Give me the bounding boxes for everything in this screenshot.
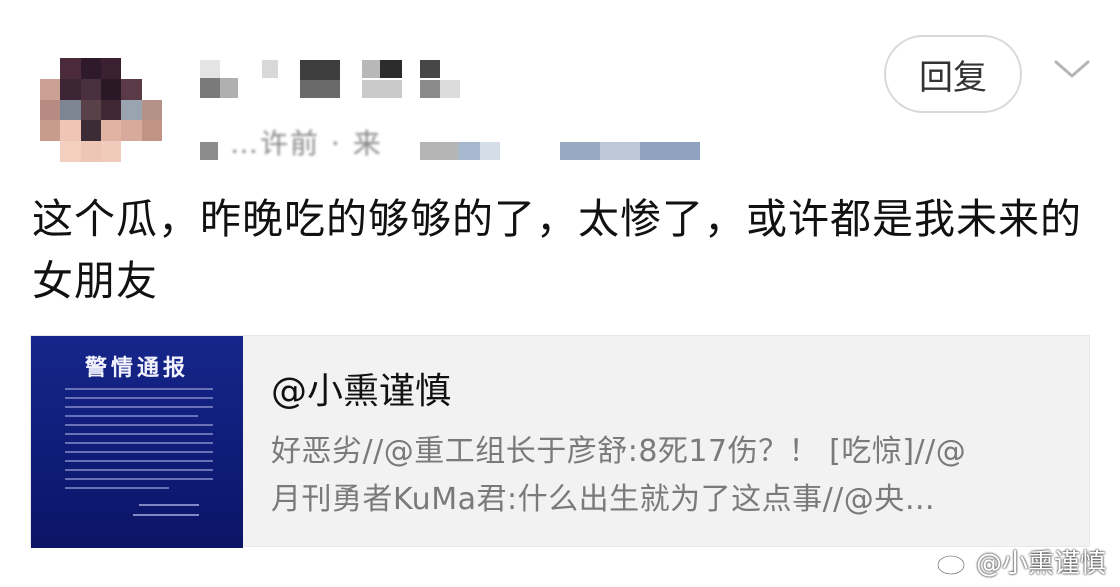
chevron-down-icon[interactable] (1052, 54, 1092, 84)
weibo-icon (936, 550, 969, 575)
watermark: @小熏谨慎 (936, 543, 1106, 580)
police-notice-thumbnail[interactable]: 警情通报 (31, 336, 243, 548)
repost-author[interactable]: @小熏谨慎 (271, 362, 451, 414)
avatar[interactable] (40, 58, 162, 162)
comment-meta: …许前 · 来 (200, 127, 720, 166)
repost-text: 好恶劣//@重工组长于彦舒:8死17伤？！ [吃惊]//@ 月刊勇者KuMa君:… (271, 434, 967, 517)
thumbnail-title: 警情通报 (84, 355, 189, 381)
watermark-text: @小熏谨慎 (975, 549, 1106, 579)
comment-text: 这个瓜，昨晚吃的够够的了，太惨了，或许都是我未来的女朋友 (32, 195, 1082, 305)
thumbnail-date (133, 514, 199, 516)
thumbnail-signature (139, 504, 199, 506)
thumbnail-text-lines (65, 388, 213, 496)
username[interactable] (200, 58, 500, 100)
repost-card[interactable]: 警情通报 @小熏谨慎 好恶劣//@重工组长于彦舒:8死17伤？！ [吃惊]//@… (30, 335, 1090, 548)
reply-button[interactable]: 回复 (884, 35, 1022, 113)
comment-meta-text: …许前 · 来 (230, 127, 383, 160)
